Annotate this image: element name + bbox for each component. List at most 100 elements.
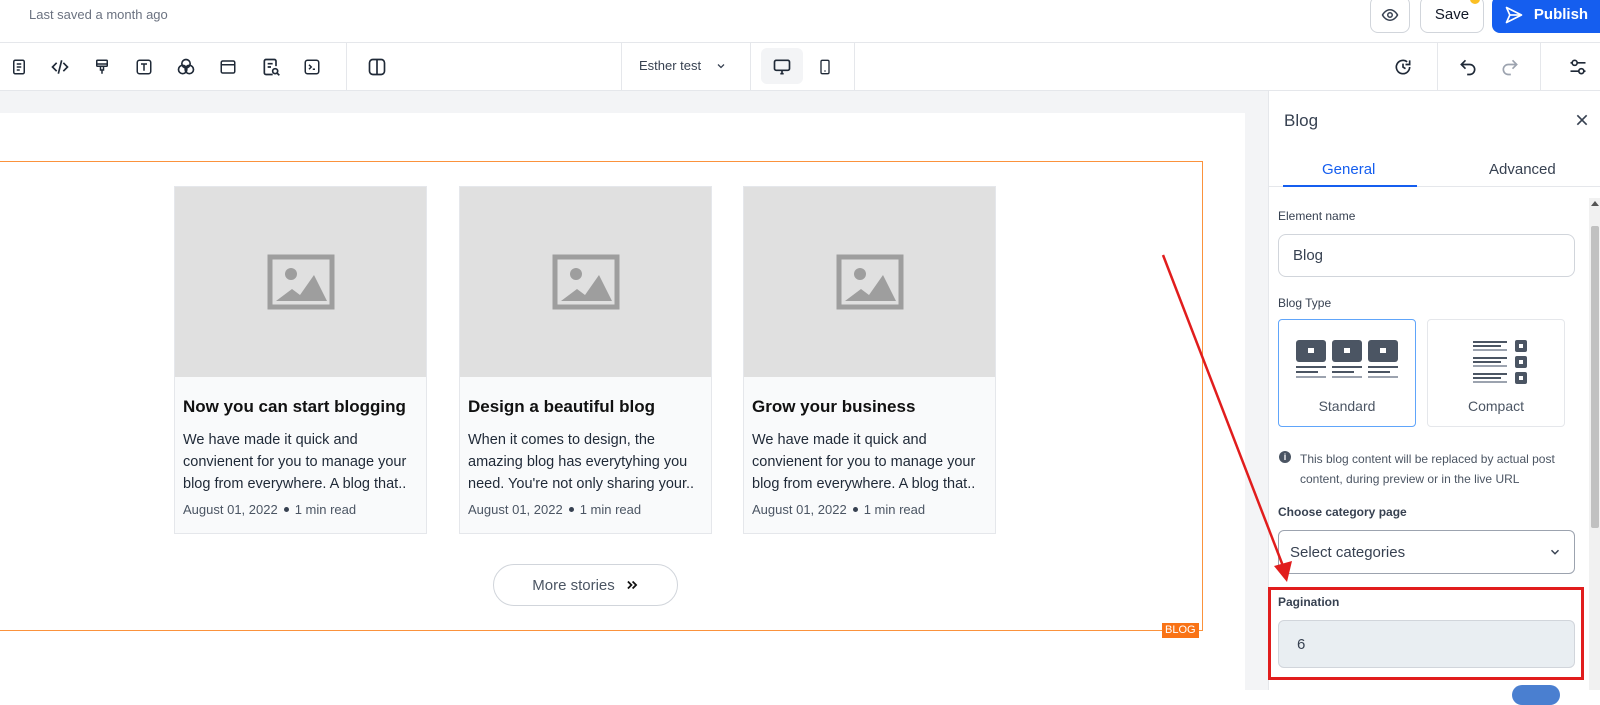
- post-date: August 01, 2022: [183, 502, 278, 517]
- blog-card-excerpt: When it comes to design, the amazing blo…: [468, 429, 704, 495]
- post-date: August 01, 2022: [752, 502, 847, 517]
- terminal-icon: [304, 59, 320, 75]
- blog-card[interactable]: Design a beautiful blog When it comes to…: [459, 186, 712, 534]
- publish-button[interactable]: Publish: [1492, 0, 1600, 33]
- scroll-up-arrow[interactable]: [1591, 201, 1599, 206]
- preview-button[interactable]: [1370, 0, 1410, 33]
- blog-card-image: [175, 187, 426, 377]
- text-tool[interactable]: [131, 54, 157, 80]
- blog-element-badge: BLOG: [1162, 623, 1199, 638]
- chevron-down-icon: [717, 63, 725, 68]
- panel-title: Blog: [1284, 111, 1319, 130]
- redo-icon: [1502, 59, 1518, 76]
- document-icon: [13, 59, 25, 75]
- columns-icon: [368, 58, 386, 76]
- read-time: 1 min read: [863, 502, 926, 517]
- blog-card-title: Now you can start blogging: [183, 397, 406, 416]
- redo-button[interactable]: [1497, 54, 1523, 80]
- element-name-label: Element name: [1278, 209, 1356, 223]
- blog-type-label: Blog Type: [1278, 296, 1332, 310]
- more-stories-label: More stories: [532, 576, 615, 594]
- eye-icon: [1381, 8, 1399, 21]
- blog-info-note: This blog content will be replaced by ac…: [1300, 452, 1555, 486]
- toolbar-divider: [1437, 43, 1438, 90]
- compact-layout-icon: [1473, 340, 1527, 384]
- blog-card-excerpt: We have made it quick and convienent for…: [183, 429, 419, 495]
- excerpt-line: When it comes to design, the: [468, 432, 655, 448]
- document-search-icon: [263, 58, 280, 76]
- read-time: 1 min read: [579, 502, 642, 517]
- desktop-view-button[interactable]: [769, 54, 795, 80]
- toolbar-divider: [346, 43, 347, 90]
- close-panel-button[interactable]: [1572, 110, 1592, 130]
- paintbrush-icon: [96, 59, 108, 74]
- image-placeholder-icon: [267, 254, 334, 310]
- history-icon: [1395, 59, 1411, 75]
- chevrons-right-icon: [627, 580, 638, 590]
- save-button[interactable]: Save: [1420, 0, 1484, 33]
- excerpt-line: amazing blog has everytyhing you: [468, 454, 688, 470]
- blog-card-meta: August 01, 2022 1 min read: [468, 502, 641, 517]
- layout-tool[interactable]: [215, 54, 241, 80]
- blog-type-standard-label: Standard: [1318, 398, 1376, 414]
- blog-card[interactable]: Grow your business We have made it quick…: [743, 186, 996, 534]
- undo-icon: [1460, 59, 1476, 76]
- blog-card-meta: August 01, 2022 1 min read: [183, 502, 356, 517]
- excerpt-line: convienent for you to manage your: [183, 454, 407, 470]
- read-time: 1 min read: [294, 502, 357, 517]
- post-date: August 01, 2022: [468, 502, 563, 517]
- console-tool[interactable]: [299, 54, 325, 80]
- publish-label: Publish: [1533, 6, 1589, 23]
- settings-toggle-button[interactable]: [1565, 54, 1591, 80]
- split-view-tool[interactable]: [364, 54, 390, 80]
- mobile-view-button[interactable]: [812, 54, 838, 80]
- blog-card-title: Grow your business: [752, 397, 916, 416]
- page-selector[interactable]: Esther test: [639, 58, 727, 73]
- send-icon: [1505, 6, 1523, 23]
- toolbar-divider: [1540, 43, 1541, 90]
- top-bar: [0, 0, 1600, 43]
- excerpt-line: We have made it quick and: [183, 432, 358, 448]
- blog-card-excerpt: We have made it quick and convienent for…: [752, 429, 988, 495]
- code-tool[interactable]: [47, 54, 73, 80]
- excerpt-line: blog from everywhere. A blog that..: [183, 476, 407, 492]
- window-icon: [220, 60, 236, 74]
- scrollbar-thumb[interactable]: [1591, 226, 1599, 528]
- seo-tool[interactable]: [258, 54, 284, 80]
- blog-card-title: Design a beautiful blog: [468, 397, 656, 416]
- shapes-icon: [177, 58, 195, 75]
- toolbar-divider: [854, 43, 855, 90]
- settings-toggle-switch[interactable]: [1512, 685, 1560, 705]
- pages-tool[interactable]: [6, 54, 32, 80]
- active-tab-indicator: [1283, 185, 1417, 187]
- code-icon: [51, 60, 69, 74]
- blog-type-compact[interactable]: Compact: [1427, 319, 1565, 427]
- element-name-input[interactable]: Blog: [1278, 234, 1575, 277]
- blog-type-standard[interactable]: Standard: [1278, 319, 1416, 427]
- elements-tool[interactable]: [173, 54, 199, 80]
- text-icon: [136, 59, 152, 75]
- excerpt-line: need. You're not only sharing your..: [468, 476, 695, 492]
- last-saved-status: Last saved a month ago: [29, 7, 168, 22]
- blog-card-image: [460, 187, 711, 377]
- page-selector-value: Esther test: [639, 58, 702, 73]
- excerpt-line: We have made it quick and: [752, 432, 927, 448]
- annotation-highlight-box: [1268, 587, 1584, 680]
- tab-advanced[interactable]: Advanced: [1489, 161, 1556, 178]
- toolbar-divider: [750, 43, 751, 90]
- blog-card[interactable]: Now you can start blogging We have made …: [174, 186, 427, 534]
- history-button[interactable]: [1390, 54, 1416, 80]
- monitor-icon: [773, 59, 791, 75]
- blog-card-meta: August 01, 2022 1 min read: [752, 502, 925, 517]
- category-select[interactable]: Select categories: [1278, 530, 1575, 574]
- undo-button[interactable]: [1455, 54, 1481, 80]
- category-select-placeholder: Select categories: [1290, 543, 1406, 561]
- toolbar-divider: [621, 43, 622, 90]
- excerpt-line: convienent for you to manage your: [752, 454, 976, 470]
- blog-card-image: [744, 187, 995, 377]
- more-stories-button[interactable]: More stories: [493, 564, 678, 606]
- close-icon: [1576, 114, 1588, 126]
- tab-general[interactable]: General: [1322, 161, 1375, 178]
- image-placeholder-icon: [836, 254, 903, 310]
- styles-tool[interactable]: [89, 54, 115, 80]
